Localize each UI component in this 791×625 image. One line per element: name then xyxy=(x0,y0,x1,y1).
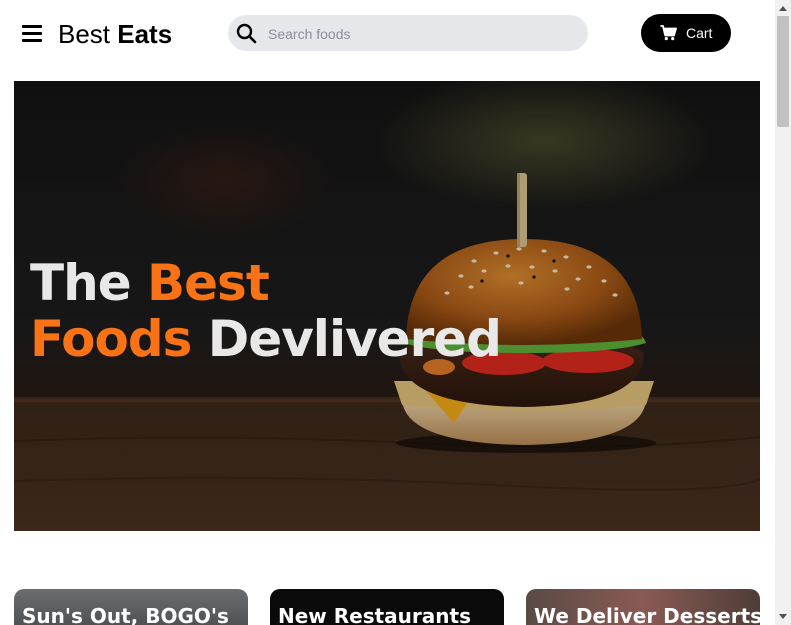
hero-line-2-accent: Foods xyxy=(30,310,192,368)
page: Best Eats Cart xyxy=(0,0,791,625)
hero-headline: The Best Foods Devlivered xyxy=(30,255,502,368)
search-bar xyxy=(228,15,588,51)
cart-button[interactable]: Cart xyxy=(641,14,731,52)
hero-line-2-plain: Devlivered xyxy=(191,310,502,368)
hero-line-2: Foods Devlivered xyxy=(30,310,502,368)
shopping-cart-icon xyxy=(660,25,677,41)
search-icon xyxy=(236,23,257,44)
hamburger-menu-icon[interactable] xyxy=(22,24,42,42)
hero-line-1-accent: Best xyxy=(147,254,270,312)
search-input[interactable] xyxy=(266,21,570,47)
scroll-up-arrow-icon[interactable] xyxy=(779,6,787,11)
promo-card-bogo[interactable]: Sun's Out, BOGO's xyxy=(14,589,248,625)
hero-line-1: The Best xyxy=(30,255,501,311)
top-navbar: Best Eats Cart xyxy=(0,0,775,68)
logo-text-regular: Best xyxy=(58,19,118,49)
brand-logo[interactable]: Best Eats xyxy=(58,18,172,50)
promo-card-new-restaurants[interactable]: New Restaurants xyxy=(270,589,504,625)
cart-button-label: Cart xyxy=(686,25,713,41)
logo-text-bold: Eats xyxy=(117,19,173,49)
page-scrollbar[interactable] xyxy=(775,0,791,625)
scroll-down-arrow-icon[interactable] xyxy=(779,614,787,619)
scrollbar-thumb[interactable] xyxy=(777,16,789,127)
hero-banner: The Best Foods Devlivered xyxy=(14,81,760,531)
promo-card-desserts[interactable]: We Deliver Desserts xyxy=(526,589,760,625)
promo-card-title: Sun's Out, BOGO's xyxy=(22,604,229,625)
hero-line-1-plain: The xyxy=(30,254,148,312)
promo-card-title: We Deliver Desserts xyxy=(534,604,760,625)
promo-card-title: New Restaurants xyxy=(278,604,471,625)
